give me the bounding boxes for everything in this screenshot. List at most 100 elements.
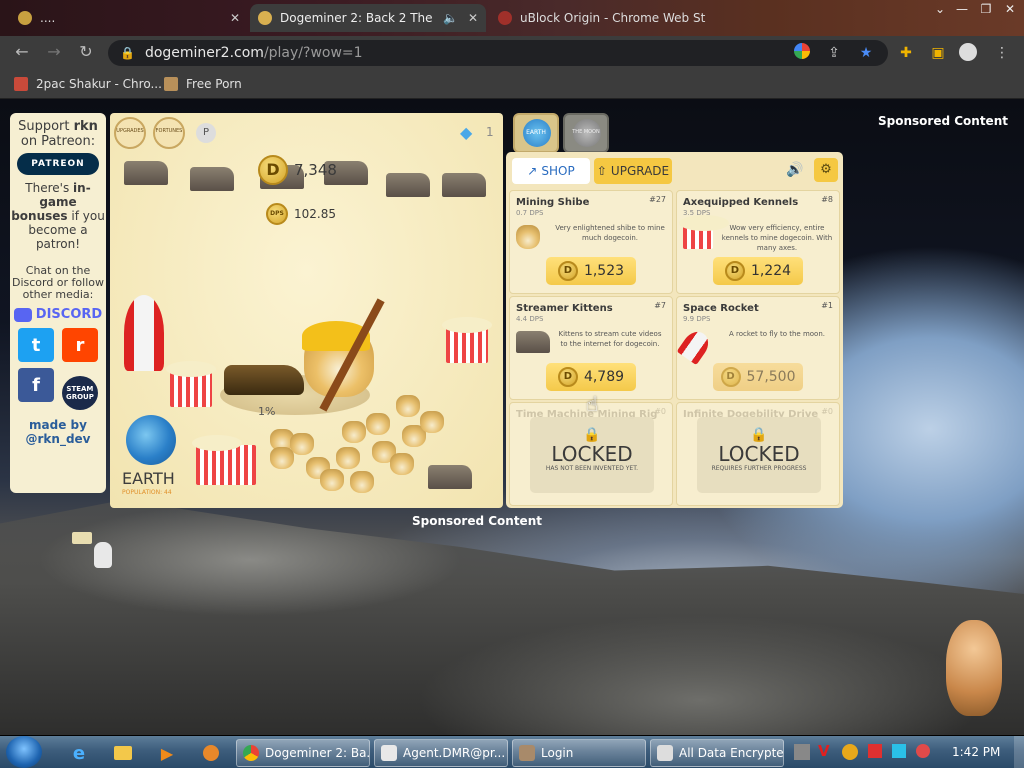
item-count: #0 [821, 407, 833, 416]
speaker-icon[interactable]: 🔈 [443, 11, 458, 25]
back-icon[interactable]: ← [12, 42, 32, 62]
patreon-icon[interactable]: P [196, 123, 216, 143]
tab-title: uBlock Origin - Chrome Web St [520, 11, 706, 25]
login-icon [519, 745, 535, 761]
profile-icon[interactable] [958, 43, 978, 63]
sidebar-icon[interactable]: ▣ [928, 43, 948, 63]
app-icon[interactable] [196, 739, 226, 767]
tray-search-icon[interactable] [842, 744, 858, 760]
locked-title: LOCKED [718, 442, 800, 466]
explorer-icon[interactable] [108, 739, 138, 767]
forward-icon[interactable]: → [44, 42, 64, 62]
buy-button[interactable]: D 4,789 [546, 363, 636, 391]
bookmark-star-icon[interactable]: ★ [856, 43, 876, 63]
mining-shibe [320, 469, 344, 491]
item-dps: 9.9 DPS [683, 315, 711, 323]
tab-upgrade[interactable]: ⇧ UPGRADE [594, 158, 672, 184]
tray-icon[interactable] [916, 744, 930, 758]
rocket[interactable] [124, 295, 164, 371]
tab-shop[interactable]: ↗ SHOP [512, 158, 590, 184]
locked-overlay: 🔒 LOCKED HAS NOT BEEN INVENTED YET. [530, 417, 654, 493]
fortunes-button[interactable]: FORTUNES [153, 117, 185, 149]
shop-item-axequipped-kennels[interactable]: Axequipped Kennels #8 3.5 DPS Wow very e… [676, 190, 840, 294]
show-desktop-button[interactable] [1014, 736, 1024, 768]
steam-icon[interactable]: STEAM GROUP [61, 375, 98, 410]
dps-value: 102.85 [294, 207, 336, 221]
tray-network-icon[interactable] [892, 744, 906, 758]
item-desc: A rocket to fly to the moon. [729, 330, 825, 338]
world-tab-moon[interactable]: THE MOON [563, 113, 609, 153]
twitter-icon[interactable]: t [18, 328, 55, 362]
menu-icon[interactable]: ⋮ [992, 43, 1012, 63]
streamer-kitten [124, 161, 168, 185]
reddit-icon[interactable]: r [61, 328, 98, 362]
support-text: Support [18, 119, 70, 134]
google-icon[interactable] [792, 43, 812, 63]
item-count: #7 [654, 301, 666, 310]
popcorn-kennel [192, 435, 256, 485]
item-price: 1,224 [750, 263, 792, 279]
made-by-text: made by [29, 417, 87, 432]
tray-icon[interactable] [794, 744, 810, 760]
item-count: #27 [649, 195, 666, 204]
item-desc: Kittens to stream cute videos to the int… [558, 330, 662, 348]
tab-1[interactable]: .... ✕ [10, 4, 248, 32]
patreon-button[interactable]: PATREON [17, 153, 99, 175]
reload-icon[interactable]: ↻ [76, 42, 96, 62]
locked-overlay: 🔒 LOCKED REQUIRES FURTHER PROGRESS [697, 417, 821, 493]
tab-3[interactable]: uBlock Origin - Chrome Web St [490, 4, 714, 32]
support-name: rkn [73, 119, 98, 134]
upgrades-button[interactable]: UPGRADES [114, 117, 146, 149]
close-icon[interactable]: ✕ [230, 11, 240, 25]
shop-item-locked: Infinite Dogebility Drive #0 🔒 LOCKED RE… [676, 402, 840, 506]
shop-item-streamer-kittens[interactable]: Streamer Kittens #7 4.4 DPS Kittens to s… [509, 296, 673, 400]
progress-percent: 1% [258, 405, 276, 418]
world-tab-earth[interactable]: EARTH [513, 113, 559, 153]
item-count: #0 [654, 407, 666, 416]
discord-link[interactable]: DISCORD [10, 307, 106, 322]
streamer-kitten [442, 173, 486, 197]
minimize-button[interactable]: — [950, 0, 974, 18]
taskbar-item-encrypted[interactable]: All Data Encrypted [650, 739, 784, 767]
chevron-down-icon[interactable]: ⌄ [928, 0, 952, 18]
shop-item-mining-shibe[interactable]: Mining Shibe #27 0.7 DPS Very enlightene… [509, 190, 673, 294]
item-name: Space Rocket [683, 303, 759, 314]
share-icon[interactable]: ⇪ [824, 43, 844, 63]
start-button[interactable] [6, 736, 42, 768]
shop-item-space-rocket[interactable]: Space Rocket #1 9.9 DPS A rocket to fly … [676, 296, 840, 400]
mining-shibe [342, 421, 366, 443]
extensions-icon[interactable]: ✚ [896, 43, 916, 63]
mining-shibe [420, 411, 444, 433]
tray-v-icon[interactable]: V [818, 742, 830, 760]
taskbar-item-chrome[interactable]: Dogeminer 2: Ba... [236, 739, 370, 767]
speaker-icon[interactable]: 🔊 [786, 162, 803, 178]
bookmark-item[interactable]: Free Porn [164, 74, 242, 94]
buy-button[interactable]: D 1,523 [546, 257, 636, 285]
chat-text: Chat on the Discord or follow other medi… [11, 264, 105, 301]
lock-icon: 🔒 [750, 427, 768, 443]
mining-shibe [366, 413, 390, 435]
mining-shibe [396, 395, 420, 417]
gear-icon[interactable]: ⚙ [814, 158, 838, 182]
tab-shop-label: SHOP [541, 164, 575, 178]
tray-flag-icon[interactable] [868, 744, 882, 758]
taskbar-item-agent[interactable]: Agent.DMR@pr... [374, 739, 508, 767]
close-window-button[interactable]: ✕ [998, 0, 1022, 18]
buy-button[interactable]: D 1,224 [713, 257, 803, 285]
close-icon[interactable]: ✕ [468, 11, 478, 25]
support-text-2: on Patreon: [20, 134, 96, 149]
tab-2-active[interactable]: Dogeminer 2: Back 2 The Mo 🔈 ✕ [250, 4, 486, 32]
item-name: Axequipped Kennels [683, 197, 799, 208]
address-bar[interactable]: 🔒 dogeminer2.com/play/?wow=1 [108, 40, 888, 66]
clock[interactable]: 1:42 PM [952, 745, 1000, 759]
taskbar-item-login[interactable]: Login [512, 739, 646, 767]
buy-button[interactable]: D 57,500 [713, 363, 803, 391]
media-player-icon[interactable]: ▶ [152, 739, 182, 767]
ie-icon[interactable]: e [64, 739, 94, 767]
bookmark-item[interactable]: 2pac Shakur - Chro... [14, 74, 162, 94]
restore-button[interactable]: ❐ [974, 0, 998, 18]
facebook-icon[interactable]: f [18, 368, 55, 402]
popcorn-kennel [166, 361, 216, 407]
url-path: /play/?wow=1 [263, 45, 363, 61]
author-link[interactable]: @rkn_dev [10, 432, 106, 446]
